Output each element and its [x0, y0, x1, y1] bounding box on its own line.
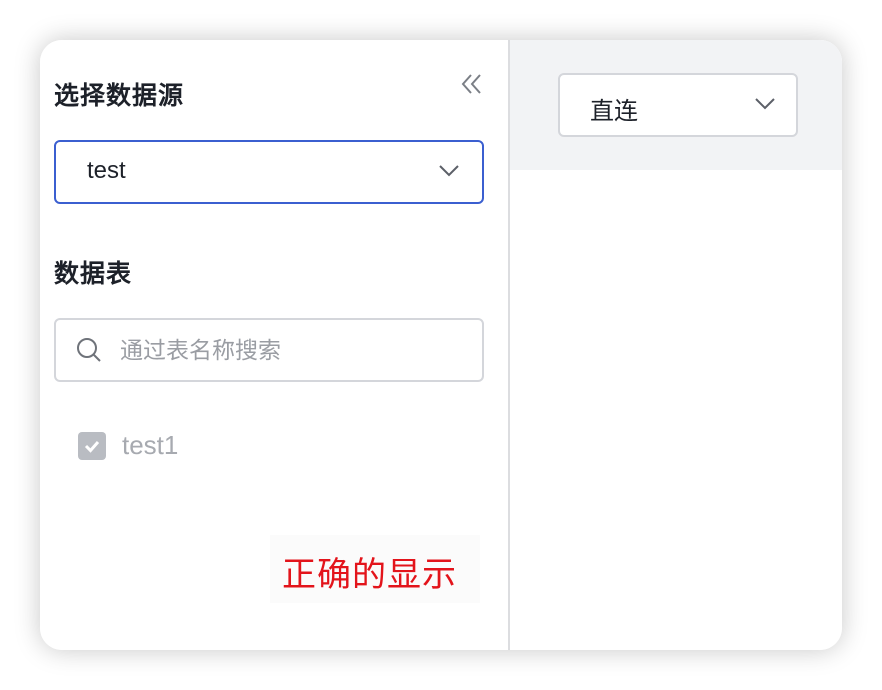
collapse-button[interactable]: [460, 70, 484, 98]
annotation-box: 正确的显示: [270, 535, 480, 603]
dialog-frame: 选择数据源 test 数据表 通过表名称搜索 test1 正确的显示 直连: [40, 40, 842, 650]
datasource-select[interactable]: test: [54, 140, 484, 204]
chevron-down-icon: [439, 165, 459, 177]
search-icon: [77, 338, 101, 362]
table-item-test1[interactable]: test1: [78, 428, 278, 464]
table-search-input[interactable]: [118, 330, 472, 372]
connection-mode-value: 直连: [590, 97, 638, 125]
chevron-down-icon: [755, 98, 775, 110]
datasource-select-value: test: [87, 157, 126, 184]
table-search-box: [54, 318, 484, 382]
left-panel: 选择数据源 test 数据表 通过表名称搜索 test1 正确的显示: [40, 40, 510, 650]
connection-mode-select[interactable]: 直连: [558, 73, 798, 137]
check-icon: [84, 441, 100, 453]
right-panel: 直连: [510, 40, 842, 650]
right-panel-header: 直连: [510, 40, 842, 170]
double-chevron-left-icon: [461, 74, 481, 94]
table-item-label: test1: [122, 430, 179, 460]
datasource-title: 选择数据源: [54, 81, 185, 110]
table-title: 数据表: [54, 259, 133, 288]
table-item-checkbox[interactable]: [78, 432, 106, 460]
annotation-text: 正确的显示: [282, 555, 457, 595]
